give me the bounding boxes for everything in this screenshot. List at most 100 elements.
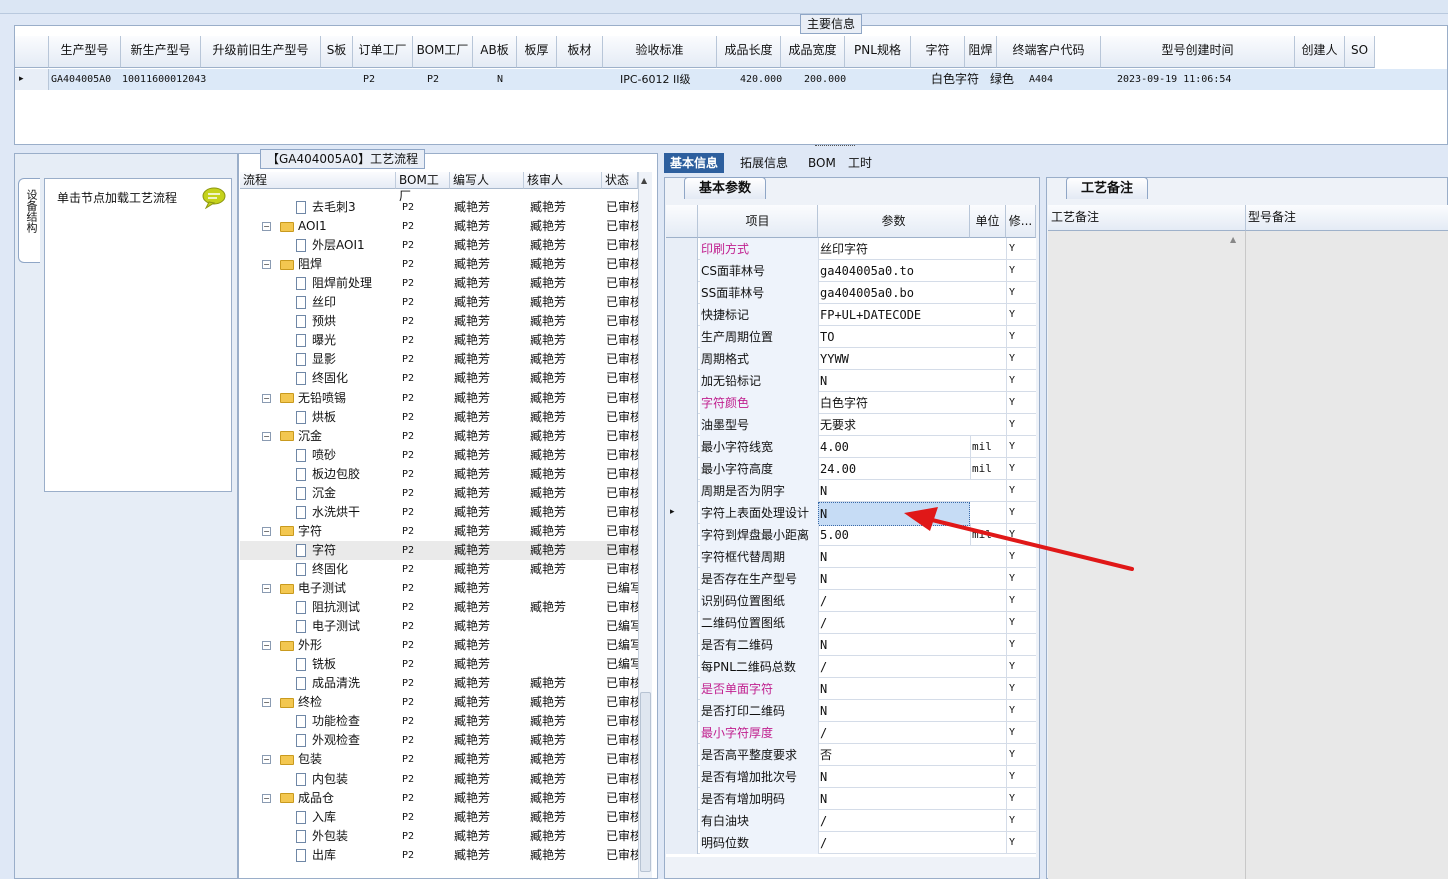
scroll-up-icon[interactable]: ▲ [641, 176, 647, 185]
tree-row[interactable]: 外观检查 P2 臧艳芳 臧艳芳 已审核 [240, 731, 642, 750]
param-value[interactable]: TO [818, 326, 970, 348]
column-header[interactable]: S板 [321, 36, 353, 68]
param-value[interactable]: N [818, 370, 970, 392]
row-header[interactable] [666, 370, 698, 392]
param-row[interactable]: 最小字符线宽 4.00 mil Y [666, 436, 1036, 458]
tree-column-header[interactable]: BOM工厂 [396, 172, 450, 203]
row-header[interactable] [666, 634, 698, 656]
grid-column-header[interactable]: 参数 [818, 205, 970, 238]
param-row[interactable]: 最小字符厚度 / Y [666, 722, 1036, 744]
row-header[interactable] [666, 436, 698, 458]
param-row[interactable]: 是否有增加批次号 N Y [666, 766, 1036, 788]
column-header[interactable]: 升级前旧生产型号 [201, 36, 321, 68]
grid-column-header[interactable]: 项目 [698, 205, 818, 238]
row-header[interactable] [666, 480, 698, 502]
param-row[interactable]: 生产周期位置 TO Y [666, 326, 1036, 348]
param-value[interactable]: / [818, 832, 970, 854]
tree-row[interactable]: 入库 P2 臧艳芳 臧艳芳 已审核 [240, 808, 642, 827]
tree-row[interactable]: 内包装 P2 臧艳芳 臧艳芳 已审核 [240, 770, 642, 789]
row-header[interactable] [666, 744, 698, 766]
collapse-toggle-icon[interactable]: − [262, 698, 271, 708]
row-header[interactable] [666, 612, 698, 634]
row-header[interactable] [666, 678, 698, 700]
tree-row[interactable]: − 阻焊 P2 臧艳芳 臧艳芳 已审核 [240, 255, 642, 274]
tree-row[interactable]: 烘板 P2 臧艳芳 臧艳芳 已审核 [240, 408, 642, 427]
column-header[interactable]: 成品长度 [717, 36, 781, 68]
column-header[interactable]: 字符 [911, 36, 965, 68]
tree-row[interactable]: 外包装 P2 臧艳芳 臧艳芳 已审核 [240, 827, 642, 846]
tree-row[interactable]: − 外形 P2 臧艳芳 已编写 [240, 636, 642, 655]
collapse-toggle-icon[interactable]: − [262, 526, 271, 536]
row-header[interactable] [666, 590, 698, 612]
tree-row[interactable]: 曝光 P2 臧艳芳 臧艳芳 已审核 [240, 331, 642, 350]
tree-row[interactable]: 阻焊前处理 P2 臧艳芳 臧艳芳 已审核 [240, 274, 642, 293]
tree-row[interactable]: 去毛刺3 P2 臧艳芳 臧艳芳 已审核 [240, 198, 642, 217]
row-header[interactable]: ▸ [666, 502, 698, 524]
param-row[interactable]: CS面菲林号 ga404005a0.to Y [666, 260, 1036, 282]
param-row[interactable]: 油墨型号 无要求 Y [666, 414, 1036, 436]
param-value[interactable]: 否 [818, 744, 970, 766]
column-header[interactable]: 成品宽度 [781, 36, 845, 68]
column-header[interactable]: PNL规格 [845, 36, 911, 68]
subtab-process-notes[interactable]: 工艺备注 [1066, 177, 1149, 199]
param-row[interactable]: 明码位数 / Y [666, 832, 1036, 854]
param-value[interactable]: ga404005a0.to [818, 260, 970, 282]
param-row[interactable]: 最小字符高度 24.00 mil Y [666, 458, 1036, 480]
tree-row[interactable]: 显影 P2 臧艳芳 臧艳芳 已审核 [240, 350, 642, 369]
row-header[interactable] [666, 260, 698, 282]
tree-row[interactable]: − AOI1 P2 臧艳芳 臧艳芳 已审核 [240, 217, 642, 236]
scroll-thumb[interactable] [640, 692, 651, 872]
param-value[interactable]: / [818, 590, 970, 612]
tree-column-header[interactable]: 流程 [240, 172, 396, 189]
collapse-toggle-icon[interactable]: − [262, 755, 271, 765]
tree-row[interactable]: 功能检查 P2 臧艳芳 臧艳芳 已审核 [240, 712, 642, 731]
param-value[interactable]: N [818, 766, 970, 788]
column-header[interactable]: 生产型号 [49, 36, 121, 68]
param-row[interactable]: 是否单面字符 N Y [666, 678, 1036, 700]
param-value[interactable]: YYWW [818, 348, 970, 370]
grid-column-header[interactable]: 修... [1006, 205, 1036, 238]
tree-row[interactable]: 丝印 P2 臧艳芳 臧艳芳 已审核 [240, 293, 642, 312]
grid-column-header[interactable]: 单位 [970, 205, 1006, 238]
tree-column-header[interactable]: 编写人 [450, 172, 524, 189]
row-header[interactable] [666, 304, 698, 326]
tree-row[interactable]: 字符 P2 臧艳芳 臧艳芳 已审核 [240, 540, 642, 560]
tree-row[interactable]: 预烘 P2 臧艳芳 臧艳芳 已审核 [240, 312, 642, 331]
column-header[interactable]: 终端客户代码 [997, 36, 1101, 68]
column-header[interactable]: 阻焊 [965, 36, 997, 68]
param-value[interactable]: 24.00 [818, 458, 970, 480]
column-header[interactable]: 订单工厂 [353, 36, 413, 68]
row-header[interactable] [666, 458, 698, 480]
param-value[interactable]: 白色字符 [818, 392, 970, 414]
row-header[interactable] [666, 348, 698, 370]
tree-row[interactable]: − 沉金 P2 臧艳芳 臧艳芳 已审核 [240, 427, 642, 446]
tree-row[interactable]: − 电子测试 P2 臧艳芳 已编写 [240, 579, 642, 598]
param-value[interactable]: 无要求 [818, 414, 970, 436]
param-value[interactable]: N [818, 700, 970, 722]
tree-row[interactable]: − 终检 P2 臧艳芳 臧艳芳 已审核 [240, 693, 642, 712]
collapse-toggle-icon[interactable]: − [262, 793, 271, 803]
tree-row[interactable]: 水洗烘干 P2 臧艳芳 臧艳芳 已审核 [240, 503, 642, 522]
param-value[interactable]: N [818, 634, 970, 656]
row-header[interactable] [666, 832, 698, 854]
param-value[interactable]: N [818, 480, 970, 502]
param-value[interactable]: N [818, 788, 970, 810]
tree-column-header[interactable]: 核审人 [524, 172, 602, 189]
row-header[interactable] [666, 568, 698, 590]
column-header[interactable]: BOM工厂 [413, 36, 473, 68]
param-row[interactable]: 识别码位置图纸 / Y [666, 590, 1036, 612]
param-row[interactable]: 字符颜色 白色字符 Y [666, 392, 1036, 414]
column-header[interactable]: 创建人 [1295, 36, 1345, 68]
param-value[interactable]: / [818, 612, 970, 634]
param-row[interactable]: 是否高平整度要求否 Y [666, 744, 1036, 766]
tab-bom[interactable]: BOM [802, 153, 842, 173]
param-row[interactable]: 是否有增加明码 N Y [666, 788, 1036, 810]
row-header[interactable] [666, 700, 698, 722]
tree-row[interactable]: 阻抗测试 P2 臧艳芳 臧艳芳 已审核 [240, 598, 642, 617]
node-tree-box[interactable]: 单击节点加载工艺流程 [44, 178, 232, 492]
tree-row[interactable]: 成品清洗 P2 臧艳芳 臧艳芳 已审核 [240, 674, 642, 693]
select-all-corner[interactable] [15, 36, 49, 68]
param-value[interactable]: N [818, 678, 970, 700]
tree-row[interactable]: − 无铅喷锡 P2 臧艳芳 臧艳芳 已审核 [240, 389, 642, 408]
param-value[interactable]: / [818, 810, 970, 832]
